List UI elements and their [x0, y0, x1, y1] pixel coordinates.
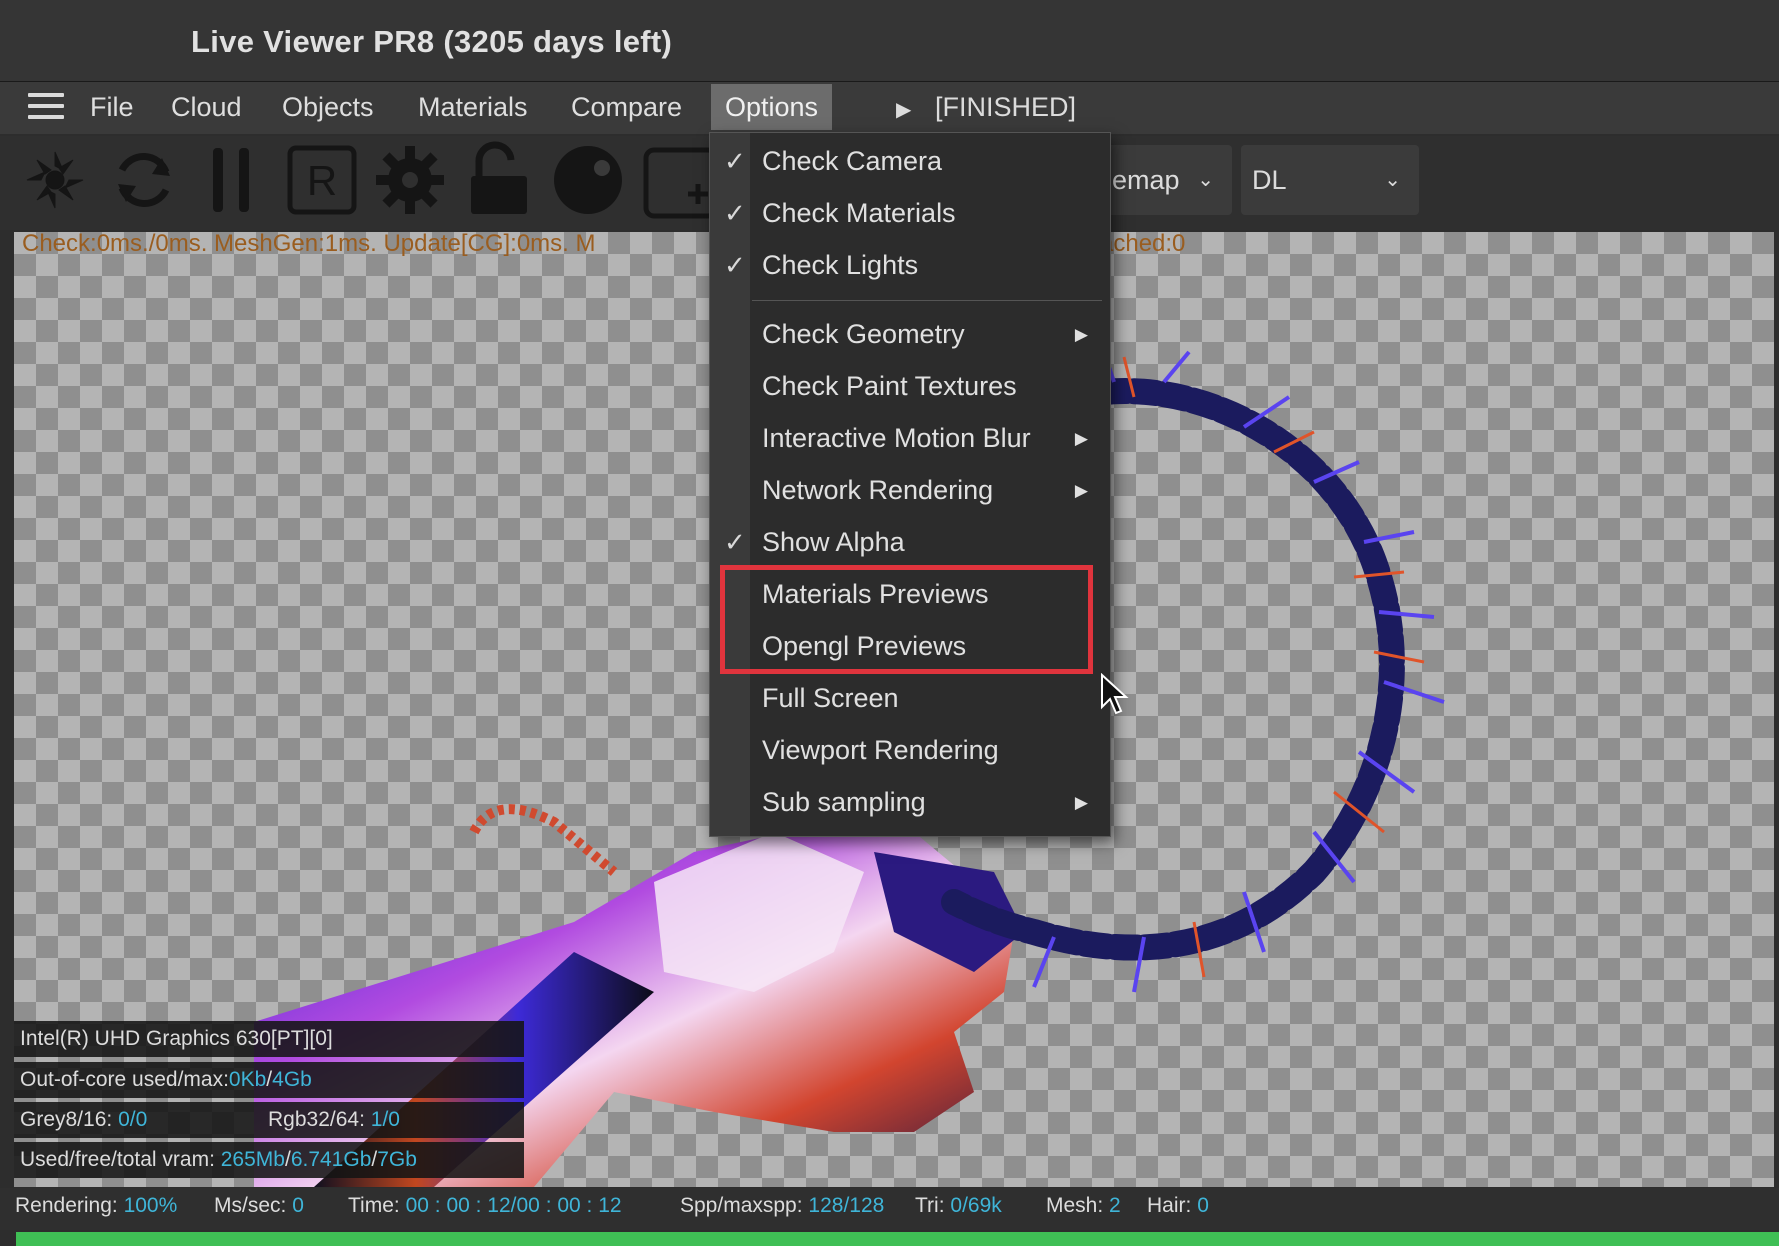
menu-item-check-geometry[interactable]: Check Geometry ▶ [710, 311, 1110, 363]
svg-text:R: R [307, 157, 337, 204]
checkmark-icon: ✓ [724, 250, 746, 280]
vram-total: 7Gb [377, 1148, 417, 1171]
vram-used: 265Mb [220, 1148, 285, 1171]
menu-separator [752, 300, 1102, 301]
hair-value: 0 [1197, 1194, 1209, 1217]
render-stats-text: Check:0ms./0ms. MeshGen:1ms. Update[CG]:… [22, 230, 1185, 258]
grey-label: Grey8/16: [20, 1108, 113, 1131]
gpu-info: Intel(R) UHD Graphics 630[PT][0] [14, 1021, 524, 1057]
submenu-arrow-icon: ▶ [1074, 325, 1088, 344]
menu-item-check-paint-textures[interactable]: Check Paint Textures [710, 363, 1110, 415]
vram-info: Used/free/total vram: 265Mb/6.741Gb/7Gb [14, 1142, 524, 1178]
checkmark-icon: ✓ [724, 198, 746, 228]
refresh-icon[interactable] [104, 140, 184, 220]
gpu-name: Intel(R) UHD Graphics 630[PT][0] [20, 1027, 333, 1050]
spp-label: Spp/maxspp: [680, 1194, 803, 1217]
menu-item-label: Check Paint Textures [762, 371, 1017, 401]
menu-objects[interactable]: Objects [268, 84, 388, 130]
vram-label: Used/free/total vram: [20, 1148, 215, 1171]
menu-item-label: Network Rendering [762, 475, 994, 505]
menu-compare[interactable]: Compare [557, 84, 696, 130]
submenu-arrow-icon: ▶ [1074, 793, 1088, 812]
kernel-dropdown[interactable]: emap ⌄ [1100, 145, 1232, 215]
menu-item-label: Viewport Rendering [762, 735, 999, 765]
menu-item-viewport-rendering[interactable]: Viewport Rendering [710, 727, 1110, 779]
menu-item-check-camera[interactable]: ✓ Check Camera [710, 138, 1110, 190]
out-of-core-used: 0Kb [228, 1068, 267, 1091]
rgb-label: Rgb32/64: [268, 1108, 365, 1131]
menu-item-sub-sampling[interactable]: Sub sampling ▶ [710, 779, 1110, 831]
menu-item-check-lights[interactable]: ✓ Check Lights [710, 242, 1110, 294]
submenu-arrow-icon: ▶ [1074, 481, 1088, 500]
status-arrow-icon: ▶ [896, 99, 912, 121]
menu-item-interactive-motion-blur[interactable]: Interactive Motion Blur ▶ [710, 415, 1110, 467]
out-of-core-info: Out-of-core used/max:0Kb/4Gb [14, 1062, 524, 1098]
menu-item-label: Check Materials [762, 198, 956, 228]
material-ball-icon[interactable] [548, 140, 628, 220]
live-viewer-window: Live Viewer PR8 (3205 days left) File Cl… [0, 0, 1779, 1246]
menu-options[interactable]: Options [711, 84, 833, 130]
mode-dropdown[interactable]: DL ⌄ [1241, 145, 1419, 215]
region-render-icon[interactable]: R [282, 140, 362, 220]
kernel-dropdown-value: emap [1112, 165, 1180, 195]
tri-label: Tri: [915, 1194, 945, 1217]
settings-gear-icon[interactable] [370, 140, 450, 220]
menu-item-label: Check Geometry [762, 319, 965, 349]
checkmark-icon: ✓ [724, 146, 746, 176]
hair-label: Hair: [1147, 1194, 1192, 1217]
mode-dropdown-value: DL [1252, 165, 1287, 195]
menu-file[interactable]: File [76, 84, 148, 130]
menu-item-label: Interactive Motion Blur [762, 423, 1031, 453]
menu-item-label: Check Camera [762, 146, 943, 176]
tri-value: 0/69k [950, 1194, 1002, 1217]
out-of-core-label: Out-of-core used/max: [20, 1068, 229, 1091]
render-status: [FINISHED] [935, 92, 1077, 122]
menu-item-label: Show Alpha [762, 527, 905, 557]
window-title: Live Viewer PR8 (3205 days left) [191, 24, 673, 59]
reset-icon[interactable] [15, 140, 95, 220]
hamburger-menu-icon[interactable] [28, 93, 64, 121]
title-bar[interactable]: Live Viewer PR8 (3205 days left) [0, 0, 1779, 82]
menu-cloud[interactable]: Cloud [157, 84, 256, 130]
texture-info: Grey8/16: 0/0 Rgb32/64: 1/0 [14, 1102, 524, 1138]
status-bar: Rendering: 100% Ms/sec: 0 Time: 00 : 00 … [0, 1188, 1779, 1230]
submenu-arrow-icon: ▶ [1074, 429, 1088, 448]
ms-value: 0 [292, 1194, 304, 1217]
ms-label: Ms/sec: [214, 1194, 287, 1217]
render-stats-tail: ached:0 [1100, 230, 1186, 257]
mouse-cursor-icon [1100, 672, 1130, 717]
menu-item-show-alpha[interactable]: ✓ Show Alpha [710, 519, 1110, 571]
unlock-icon[interactable] [459, 140, 539, 220]
menu-materials[interactable]: Materials [404, 84, 542, 130]
time-value: 00 : 00 : 12/00 : 00 : 12 [405, 1194, 622, 1217]
render-progress-bar [16, 1232, 1779, 1246]
pause-icon[interactable] [193, 140, 273, 220]
menu-bar [0, 82, 1779, 134]
mesh-label: Mesh: [1046, 1194, 1104, 1217]
options-menu: ✓ Check Camera ✓ Check Materials ✓ Check… [709, 132, 1111, 837]
out-of-core-max: 4Gb [272, 1068, 312, 1091]
menu-item-label: Full Screen [762, 683, 899, 713]
add-icon[interactable] [640, 140, 720, 220]
rgb-value: 1/0 [370, 1108, 400, 1131]
menu-item-check-materials[interactable]: ✓ Check Materials [710, 190, 1110, 242]
chevron-down-icon: ⌄ [1197, 169, 1214, 191]
vram-free: 6.741Gb [290, 1148, 372, 1171]
rendering-label: Rendering: [15, 1194, 118, 1217]
rendering-value: 100% [123, 1194, 178, 1217]
menu-item-full-screen[interactable]: Full Screen [710, 675, 1110, 727]
highlight-annotation-box [720, 565, 1093, 674]
spp-value: 128/128 [808, 1194, 885, 1217]
menu-item-label: Check Lights [762, 250, 919, 280]
grey-value: 0/0 [118, 1108, 148, 1131]
mesh-value: 2 [1109, 1194, 1121, 1217]
render-stats-head: Check:0ms./0ms. MeshGen:1ms. Update[CG]:… [22, 230, 596, 257]
menu-item-network-rendering[interactable]: Network Rendering ▶ [710, 467, 1110, 519]
time-label: Time: [348, 1194, 400, 1217]
chevron-down-icon: ⌄ [1384, 169, 1401, 191]
checkmark-icon: ✓ [724, 527, 746, 557]
menu-item-label: Sub sampling [762, 787, 926, 817]
